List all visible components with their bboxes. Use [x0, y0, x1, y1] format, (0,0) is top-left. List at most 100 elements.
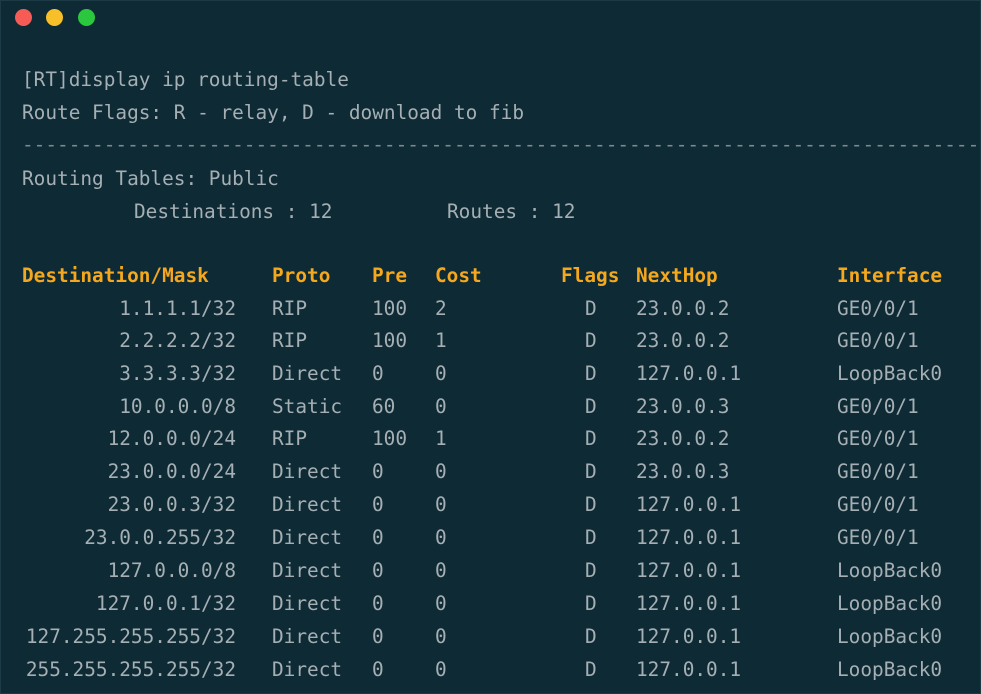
- interface-cell: LoopBack0: [837, 658, 943, 681]
- flags-cell: D: [585, 297, 597, 320]
- separator-line: ----------------------------------------…: [22, 133, 980, 156]
- header-cost: Cost: [435, 264, 482, 287]
- flags-cell: D: [585, 493, 597, 516]
- destination-cell: 23.0.0.0/24: [107, 460, 236, 483]
- destinations-count: Destinations : 12: [134, 200, 333, 223]
- pre-cell: 0: [372, 658, 384, 681]
- pre-cell: 100: [372, 297, 408, 320]
- pre-cell: 0: [372, 625, 384, 648]
- flags-cell: D: [585, 592, 597, 615]
- table-row: 127.255.255.255/32 Direct 0 0 D 127.0.0.…: [1, 625, 980, 657]
- proto-cell: Direct: [272, 625, 343, 648]
- cost-cell: 0: [435, 526, 447, 549]
- routing-tables-line: Routing Tables: Public: [22, 167, 279, 190]
- header-flags: Flags: [561, 264, 620, 287]
- header-pre: Pre: [372, 264, 408, 287]
- pre-cell: 0: [372, 460, 384, 483]
- interface-cell: GE0/0/1: [837, 329, 919, 352]
- nexthop-cell: 127.0.0.1: [636, 362, 742, 385]
- proto-cell: Direct: [272, 559, 343, 582]
- table-row: 23.0.0.0/24 Direct 0 0 D 23.0.0.3 GE0/0/…: [1, 460, 980, 492]
- table-row: 2.2.2.2/32 RIP 100 1 D 23.0.0.2 GE0/0/1: [1, 329, 980, 361]
- table-row: 127.0.0.0/8 Direct 0 0 D 127.0.0.1 LoopB…: [1, 559, 980, 591]
- pre-cell: 0: [372, 493, 384, 516]
- flags-cell: D: [585, 625, 597, 648]
- flags-cell: D: [585, 329, 597, 352]
- destination-cell: 12.0.0.0/24: [107, 427, 236, 450]
- header-interface: Interface: [837, 264, 943, 287]
- flags-cell: D: [585, 460, 597, 483]
- maximize-window-button[interactable]: [78, 9, 95, 26]
- cost-cell: 0: [435, 493, 447, 516]
- flags-cell: D: [585, 427, 597, 450]
- destination-cell: 2.2.2.2/32: [119, 329, 236, 352]
- nexthop-cell: 23.0.0.2: [636, 427, 730, 450]
- nexthop-cell: 127.0.0.1: [636, 658, 742, 681]
- nexthop-cell: 23.0.0.3: [636, 395, 730, 418]
- close-window-button[interactable]: [15, 9, 32, 26]
- destination-cell: 127.0.0.0/8: [107, 559, 236, 582]
- destination-cell: 1.1.1.1/32: [119, 297, 236, 320]
- cost-cell: 1: [435, 427, 447, 450]
- table-row: 255.255.255.255/32 Direct 0 0 D 127.0.0.…: [1, 658, 980, 690]
- destination-cell: 23.0.0.3/32: [107, 493, 236, 516]
- cost-cell: 0: [435, 460, 447, 483]
- pre-cell: 60: [372, 395, 396, 418]
- proto-cell: Direct: [272, 460, 343, 483]
- pre-cell: 100: [372, 427, 408, 450]
- nexthop-cell: 23.0.0.3: [636, 460, 730, 483]
- destination-cell: 3.3.3.3/32: [119, 362, 236, 385]
- pre-cell: 0: [372, 526, 384, 549]
- proto-cell: Direct: [272, 592, 343, 615]
- cost-cell: 0: [435, 625, 447, 648]
- destination-cell: 255.255.255.255/32: [25, 658, 236, 681]
- interface-cell: LoopBack0: [837, 625, 943, 648]
- table-row: 1.1.1.1/32 RIP 100 2 D 23.0.0.2 GE0/0/1: [1, 297, 980, 329]
- header-nexthop: NextHop: [636, 264, 718, 287]
- pre-cell: 0: [372, 592, 384, 615]
- routes-count: Routes : 12: [447, 200, 576, 223]
- table-row: 23.0.0.3/32 Direct 0 0 D 127.0.0.1 GE0/0…: [1, 493, 980, 525]
- flags-cell: D: [585, 362, 597, 385]
- interface-cell: GE0/0/1: [837, 526, 919, 549]
- nexthop-cell: 127.0.0.1: [636, 493, 742, 516]
- proto-cell: RIP: [272, 297, 308, 320]
- table-row: 23.0.0.255/32 Direct 0 0 D 127.0.0.1 GE0…: [1, 526, 980, 558]
- pre-cell: 0: [372, 362, 384, 385]
- interface-cell: GE0/0/1: [837, 427, 919, 450]
- interface-cell: LoopBack0: [837, 592, 943, 615]
- nexthop-cell: 127.0.0.1: [636, 526, 742, 549]
- header-proto: Proto: [272, 264, 331, 287]
- proto-cell: Static: [272, 395, 343, 418]
- minimize-window-button[interactable]: [46, 9, 63, 26]
- flags-cell: D: [585, 658, 597, 681]
- cost-cell: 0: [435, 362, 447, 385]
- table-row: 12.0.0.0/24 RIP 100 1 D 23.0.0.2 GE0/0/1: [1, 427, 980, 459]
- proto-cell: RIP: [272, 427, 308, 450]
- interface-cell: LoopBack0: [837, 559, 943, 582]
- pre-cell: 0: [372, 559, 384, 582]
- table-row: 127.0.0.1/32 Direct 0 0 D 127.0.0.1 Loop…: [1, 592, 980, 624]
- nexthop-cell: 127.0.0.1: [636, 592, 742, 615]
- cost-cell: 1: [435, 329, 447, 352]
- interface-cell: LoopBack0: [837, 362, 943, 385]
- flags-cell: D: [585, 526, 597, 549]
- destination-cell: 127.255.255.255/32: [25, 625, 236, 648]
- nexthop-cell: 23.0.0.2: [636, 329, 730, 352]
- header-destination: Destination/Mask: [22, 264, 209, 287]
- interface-cell: GE0/0/1: [837, 395, 919, 418]
- proto-cell: Direct: [272, 493, 343, 516]
- nexthop-cell: 127.0.0.1: [636, 625, 742, 648]
- nexthop-cell: 23.0.0.2: [636, 297, 730, 320]
- destination-cell: 127.0.0.1/32: [95, 592, 236, 615]
- destination-cell: 10.0.0.0/8: [119, 395, 236, 418]
- command-line: [RT]display ip routing-table: [22, 68, 349, 91]
- proto-cell: Direct: [272, 658, 343, 681]
- proto-cell: RIP: [272, 329, 308, 352]
- cost-cell: 0: [435, 658, 447, 681]
- pre-cell: 100: [372, 329, 408, 352]
- table-row: 10.0.0.0/8 Static 60 0 D 23.0.0.3 GE0/0/…: [1, 395, 980, 427]
- flags-cell: D: [585, 559, 597, 582]
- interface-cell: GE0/0/1: [837, 493, 919, 516]
- proto-cell: Direct: [272, 362, 343, 385]
